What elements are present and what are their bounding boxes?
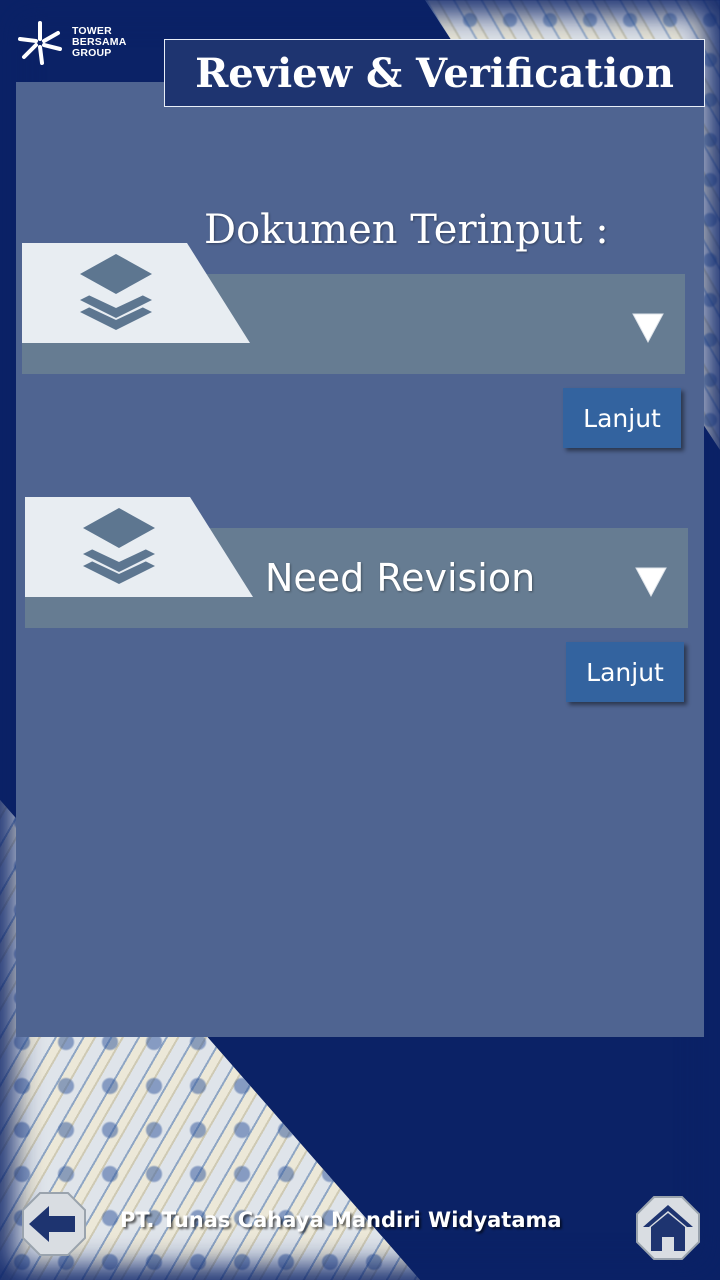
- layers-icon: [80, 254, 152, 330]
- home-button[interactable]: [635, 1195, 701, 1261]
- section-label: Dokumen Terinput :: [204, 207, 609, 253]
- page-title: Review & Verification: [195, 49, 674, 97]
- lanjut-button-1[interactable]: Lanjut: [563, 388, 681, 448]
- dropdown-selected-value: Need Revision: [265, 556, 536, 600]
- page-title-box: Review & Verification: [164, 39, 705, 107]
- back-button[interactable]: [21, 1191, 87, 1257]
- logo-text: TOWER BERSAMA GROUP: [72, 24, 127, 59]
- chevron-down-icon[interactable]: [634, 564, 668, 598]
- layers-icon: [83, 508, 155, 584]
- company-logo: TOWER BERSAMA GROUP: [18, 14, 148, 70]
- starburst-logo-icon: [18, 21, 62, 65]
- lanjut-button-2[interactable]: Lanjut: [566, 642, 684, 702]
- chevron-down-icon[interactable]: [631, 310, 665, 344]
- company-name: PT. Tunas Cahaya Mandiri Widyatama: [120, 1208, 562, 1232]
